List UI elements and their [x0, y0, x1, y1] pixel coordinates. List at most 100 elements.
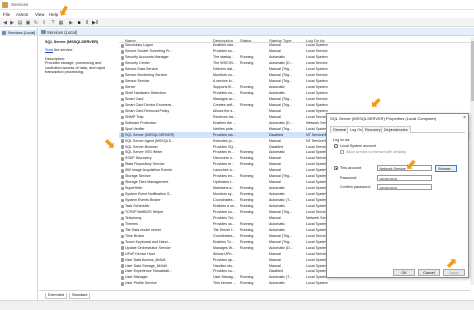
- service-name: Tile Data model server: [125, 227, 162, 232]
- service-description: Executes jo...: [213, 138, 235, 143]
- local-system-label: Local System account: [340, 144, 377, 148]
- col-header-description[interactable]: Description: [213, 38, 233, 43]
- service-description: Coordinates...: [213, 233, 236, 238]
- tree-node-services-local[interactable]: Services (Local): [1, 30, 37, 36]
- services-node-icon: [2, 30, 6, 35]
- service-name: Spot Verifier: [125, 126, 145, 131]
- service-row[interactable]: User Profile Service This service ... Runn…: [119, 281, 470, 287]
- browse-button[interactable]: Browse...: [435, 164, 457, 172]
- close-icon[interactable]: ×: [463, 115, 466, 121]
- gear-icon: [120, 56, 124, 60]
- allow-desktop-label: Allow service to interact with desktop: [346, 150, 407, 154]
- service-name: SQL Server (MSSQLSERVER): [125, 132, 175, 137]
- back-icon[interactable]: ◀: [2, 20, 8, 26]
- service-description: Enables To...: [213, 239, 234, 244]
- password-field[interactable]: ••••••••••••••: [377, 175, 432, 181]
- service-description: Maintains a...: [213, 186, 235, 191]
- cancel-button[interactable]: Cancel: [418, 269, 440, 276]
- extended-description-pane: SQL Server (MSSQLSERVER) Start the servi…: [39, 37, 119, 287]
- gear-icon: [120, 270, 124, 274]
- service-name: User Manager: [125, 275, 148, 280]
- service-startup-type: Automatic (D...: [269, 120, 293, 125]
- start-icon[interactable]: ▶: [68, 20, 74, 26]
- gear-icon: [120, 246, 124, 250]
- console-icon[interactable]: ▦: [58, 20, 64, 26]
- service-startup-type: Disabled: [269, 269, 283, 274]
- menu-action[interactable]: Action: [16, 12, 28, 17]
- tab-standard[interactable]: Standard: [69, 292, 91, 299]
- help-icon[interactable]: ?: [50, 20, 56, 26]
- service-description: Provides sto...: [213, 132, 236, 137]
- service-log-on-as: Local Service: [306, 61, 328, 66]
- service-startup-type: Manual (Trig...: [269, 73, 293, 78]
- tab-dependencies[interactable]: Dependencies: [381, 126, 411, 133]
- service-name: Secure Socket Tunneling Pr...: [125, 49, 173, 54]
- service-startup-type: Manual (Trig...: [269, 233, 293, 238]
- gear-icon: [120, 264, 124, 268]
- service-description: Receives tra...: [213, 114, 236, 119]
- show-tree-icon[interactable]: ▤: [17, 20, 23, 26]
- service-startup-type: Manual: [269, 215, 281, 220]
- allow-desktop-checkbox[interactable]: [340, 150, 344, 154]
- service-startup-type: Automatic: [269, 281, 285, 286]
- service-status: Running: [240, 281, 254, 286]
- refresh-icon[interactable]: ↻: [33, 20, 39, 26]
- service-log-on-as: Local System: [306, 281, 328, 286]
- service-name: Time Broker: [125, 233, 145, 238]
- col-header-name[interactable]: Name: [125, 38, 136, 43]
- menu-view[interactable]: View: [35, 12, 44, 17]
- service-startup-type: Disabled: [269, 132, 283, 137]
- gear-icon: [120, 121, 124, 126]
- forward-icon[interactable]: ▶: [9, 20, 15, 26]
- service-name: Smart Card Removal Policy: [125, 108, 170, 113]
- gear-icon: [120, 79, 124, 84]
- menu-bar: File Action View Help: [0, 10, 474, 18]
- export-icon[interactable]: ⇪: [41, 20, 47, 26]
- restart-icon[interactable]: ▶‖: [92, 20, 98, 26]
- service-description: Enables star...: [213, 43, 236, 48]
- service-description: Provides re...: [213, 162, 235, 167]
- service-description: This service ...: [213, 281, 237, 286]
- service-status: Running: [240, 275, 254, 280]
- start-service-link[interactable]: Start: [45, 48, 53, 52]
- vertical-scrollbar[interactable]: [470, 37, 474, 285]
- col-header-startup-type[interactable]: Startup Type: [269, 38, 292, 43]
- gear-icon: [120, 282, 124, 286]
- service-name: SNMP Trap: [125, 114, 144, 119]
- col-header-log-on-as[interactable]: Log On As: [306, 38, 325, 43]
- service-startup-type: Manual: [269, 43, 281, 48]
- service-startup-type: Manual (Trig...: [269, 96, 293, 101]
- service-startup-type: Manual (Trig...: [269, 239, 293, 244]
- col-header-status[interactable]: Status: [240, 38, 251, 43]
- services-app-icon: [2, 2, 8, 8]
- service-status: Running: [240, 209, 254, 214]
- menu-file[interactable]: File: [3, 12, 10, 17]
- gear-icon: [120, 258, 124, 262]
- service-log-on-as: Local Service: [306, 49, 328, 54]
- service-description: Delivers dat...: [213, 67, 235, 72]
- apply-button[interactable]: Apply: [443, 269, 465, 276]
- service-status: Running: [240, 204, 254, 209]
- service-description: Creates soft...: [213, 102, 236, 107]
- pause-icon[interactable]: ‖: [84, 20, 90, 26]
- service-name: Sensor Monitoring Service: [125, 73, 168, 78]
- service-name: Storage Tiers Management: [125, 180, 169, 185]
- service-startup-type: Manual (Trig...: [269, 67, 293, 72]
- gear-icon: [120, 103, 124, 108]
- service-description: Provides en...: [213, 174, 235, 179]
- properties-icon[interactable]: ▣: [25, 20, 31, 26]
- ok-button[interactable]: OK: [393, 269, 415, 276]
- service-status: Running: [240, 239, 254, 244]
- stop-icon[interactable]: ■: [76, 20, 82, 26]
- scroll-thumb[interactable]: [470, 41, 474, 101]
- service-startup-type: Manual: [269, 108, 281, 113]
- confirm-password-field[interactable]: ••••••••••••••: [377, 184, 432, 190]
- gear-icon: [120, 204, 124, 209]
- service-log-on-as: Local System: [306, 90, 328, 95]
- tab-extended[interactable]: Extended: [45, 292, 68, 299]
- gear-icon: [120, 91, 124, 96]
- service-log-on-as: Local System: [306, 102, 328, 107]
- this-account-radio[interactable]: [334, 166, 338, 170]
- local-system-radio[interactable]: [334, 144, 338, 148]
- service-description: Supports fil...: [213, 85, 234, 90]
